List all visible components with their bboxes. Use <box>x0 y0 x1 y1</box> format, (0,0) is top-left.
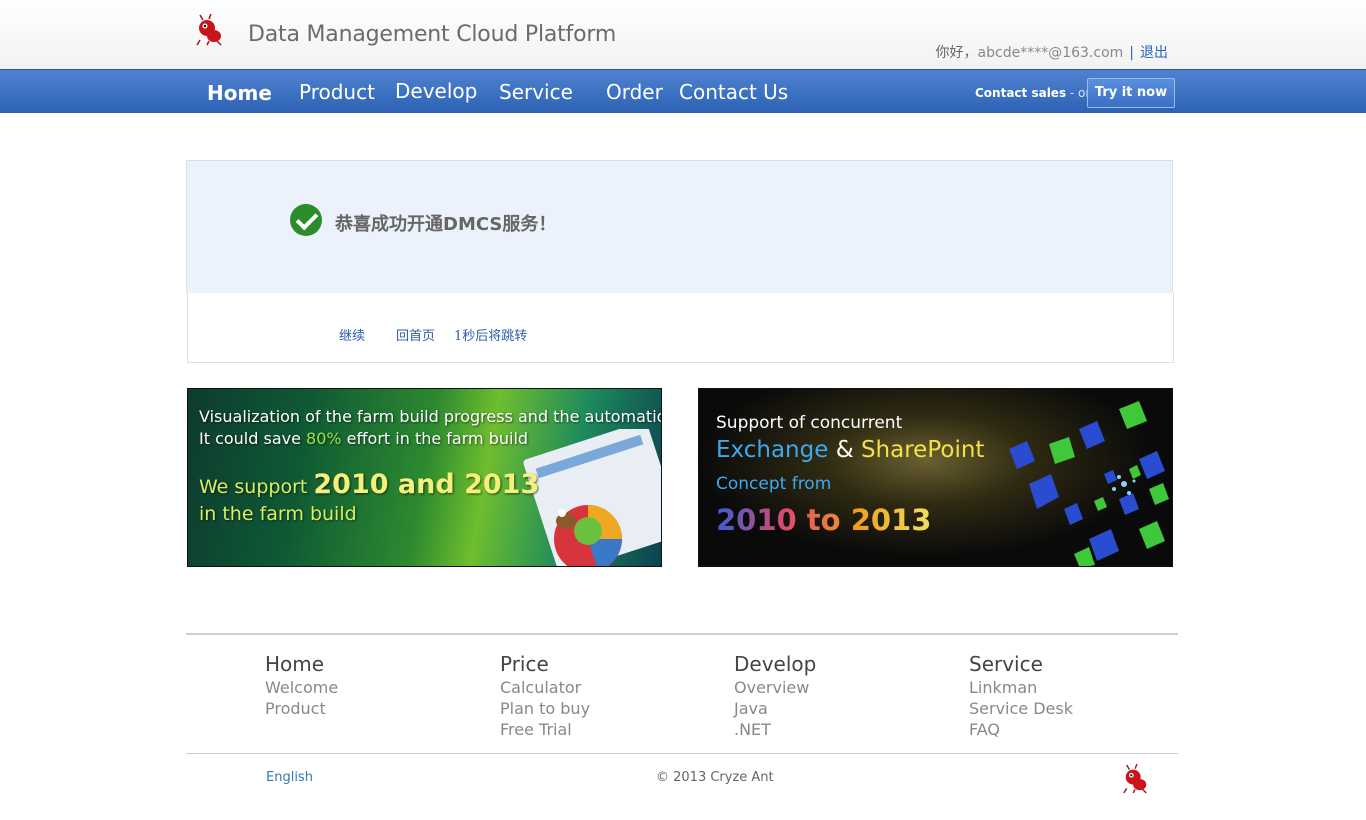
farm-line2-highlight: 80% <box>306 429 342 448</box>
main-nav: Home Product Develop Service Order Conta… <box>0 69 1366 113</box>
footer-link-product[interactable]: Product <box>265 698 338 719</box>
user-area: 你好，abcde****@163.com | 退出 <box>936 42 1168 62</box>
redirect-countdown: 1秒后将跳转 <box>454 329 528 344</box>
sp-line2-sharepoint: SharePoint <box>860 437 985 463</box>
farm-line2-pre: It could save <box>199 429 307 448</box>
success-message: 恭喜成功开通DMCS服务！ <box>335 214 557 235</box>
footer-link-plan-to-buy[interactable]: Plan to buy <box>500 698 590 719</box>
continue-link[interactable]: 继续 <box>339 325 365 344</box>
footer-link-faq[interactable]: FAQ <box>969 719 1073 740</box>
footer-col-service: Service Linkman Service Desk FAQ <box>969 652 1073 740</box>
footer-link-calculator[interactable]: Calculator <box>500 677 590 698</box>
footer-link-overview[interactable]: Overview <box>734 677 816 698</box>
greeting-text: 你好， <box>935 45 978 61</box>
language-link[interactable]: English <box>266 770 313 785</box>
footer-heading-develop: Develop <box>734 652 817 676</box>
farm-banner-line1: Visualization of the farm build progress… <box>199 407 662 426</box>
footer-col-develop: Develop Overview Java .NET <box>734 652 816 740</box>
nav-order[interactable]: Order <box>606 80 663 104</box>
footer-heading-service: Service <box>969 652 1043 676</box>
ant-logo-icon[interactable] <box>195 14 225 46</box>
farm-line3-pre: We support <box>199 476 314 498</box>
sp-line2-exchange: Exchange <box>716 437 829 463</box>
footer-link-java[interactable]: Java <box>734 698 816 719</box>
sharepoint-banner[interactable]: Support of concurrent Exchange & SharePo… <box>698 388 1173 567</box>
footer-divider-bottom <box>186 753 1178 754</box>
logout-link[interactable]: 退出 <box>1140 45 1168 61</box>
farm-line3-highlight: 2010 and 2013 <box>313 469 540 500</box>
copyright-text: © 2013 Cryze Ant <box>656 770 774 785</box>
separator: | <box>1129 45 1134 61</box>
sp-banner-line4: 2010 to 2013 <box>716 503 932 537</box>
farm-line2-post: effort in the farm build <box>341 429 529 448</box>
header-bar: Data Management Cloud Platform 你好，abcde*… <box>0 0 1366 69</box>
nav-home[interactable]: Home <box>207 81 272 105</box>
footer-divider-top <box>186 633 1178 635</box>
footer-link-service-desk[interactable]: Service Desk <box>969 698 1073 719</box>
nav-contact-us[interactable]: Contact Us <box>679 80 788 104</box>
home-link[interactable]: 回首页 <box>396 325 435 344</box>
sp-banner-line2: Exchange & SharePoint <box>716 437 984 463</box>
sp-banner-line3: Concept from <box>716 474 832 494</box>
footer-ant-logo-icon <box>1123 764 1147 794</box>
cube-spiral-illustration <box>1009 401 1169 566</box>
sp-line2-amp: & <box>828 437 861 463</box>
success-panel: 恭喜成功开通DMCS服务！ <box>186 160 1173 294</box>
farm-banner-line2: It could save 80% effort in the farm bui… <box>199 429 528 448</box>
try-it-now-button[interactable]: Try it now <box>1087 78 1175 108</box>
site-title: Data Management Cloud Platform <box>248 22 617 47</box>
footer-link-dotnet[interactable]: .NET <box>734 719 816 740</box>
farm-banner-line4: in the farm build <box>199 503 357 525</box>
footer-col-home: Home Welcome Product <box>265 652 338 719</box>
farm-banner-line3: We support 2010 and 2013 <box>199 469 539 500</box>
nav-product[interactable]: Product <box>299 80 375 104</box>
dashboard-illustration <box>523 429 661 566</box>
sp-banner-line1: Support of concurrent <box>716 413 903 433</box>
footer-link-linkman[interactable]: Linkman <box>969 677 1073 698</box>
footer-heading-price: Price <box>500 652 549 676</box>
nav-service[interactable]: Service <box>499 80 573 104</box>
contact-sales-area: Contact sales - or - <box>975 86 1098 100</box>
success-check-icon <box>290 204 322 236</box>
success-actions: 继续 回首页 1秒后将跳转 <box>187 293 1174 363</box>
nav-develop[interactable]: Develop <box>395 79 477 103</box>
footer-col-price: Price Calculator Plan to buy Free Trial <box>500 652 590 740</box>
footer-link-welcome[interactable]: Welcome <box>265 677 338 698</box>
farm-build-banner[interactable]: Visualization of the farm build progress… <box>187 388 662 567</box>
footer-link-free-trial[interactable]: Free Trial <box>500 719 590 740</box>
footer-heading-home: Home <box>265 652 325 676</box>
user-email: abcde****@163.com <box>977 45 1124 61</box>
contact-sales-link[interactable]: Contact sales <box>975 86 1066 100</box>
